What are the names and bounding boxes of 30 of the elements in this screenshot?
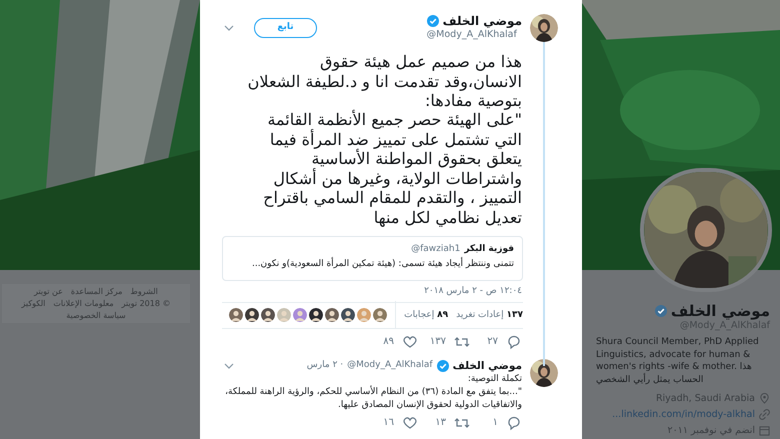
tweet-date: · ٢ مارس — [306, 359, 344, 372]
heart-icon — [402, 414, 418, 431]
footer-link[interactable]: معلومات الإعلانات — [53, 298, 114, 310]
like-button[interactable]: ١٦ — [366, 414, 418, 431]
footer-link[interactable]: سياسة الخصوصية — [66, 310, 126, 322]
reply-icon — [506, 414, 522, 431]
reply-button[interactable]: ١ — [470, 414, 522, 431]
link-icon — [759, 409, 770, 420]
footer-link[interactable]: الكوكيز — [22, 298, 46, 310]
author-name: موضي الخلف — [452, 358, 522, 373]
caret-icon — [224, 362, 234, 369]
profile-bio: Shura Council Member, PhD Applied Linguistics, advocate for human & women's rights -wife & mother. هذا الحساب يمثل رأيي الشخصي — [596, 336, 760, 386]
footer-link[interactable]: الشروط — [130, 286, 158, 298]
heart-icon — [402, 334, 418, 350]
retweet-button[interactable]: ١٣ — [418, 414, 470, 431]
likes-count[interactable]: ٨٩ إعجابات — [404, 308, 448, 322]
location-pin-icon — [759, 393, 770, 404]
author-handle: @Mody_A_AlKhalaf — [347, 359, 433, 372]
calendar-icon — [759, 425, 770, 436]
retweet-button[interactable]: ١٣٧ — [418, 334, 470, 350]
footer-link[interactable]: عن تويتر — [34, 286, 63, 298]
retweets-count[interactable]: ١٣٧ إعادات تغريد — [456, 308, 523, 322]
reply-icon — [506, 334, 522, 350]
footer-link[interactable]: مركز المساعدة — [70, 286, 122, 298]
profile-name: موضي الخلف — [670, 302, 770, 320]
tweet-timestamp: ١٢:٠٤ ص - ٢ مارس ٢٠١٨ — [423, 284, 522, 297]
footer-link[interactable]: © 2018 تويتر — [122, 298, 170, 310]
reply-text: تكملة التوصية: "...بما يتفق مع المادة (٣٦) من النظام الأساسي للحكم، والرؤية الراهنة للمملكة، والاتفاقيات الدولية لحقوق الإنسان المصادق عليها. — [224, 372, 522, 412]
like-button[interactable]: ٨٩ — [366, 334, 418, 350]
reply-button[interactable]: ٢٧ — [470, 334, 522, 350]
